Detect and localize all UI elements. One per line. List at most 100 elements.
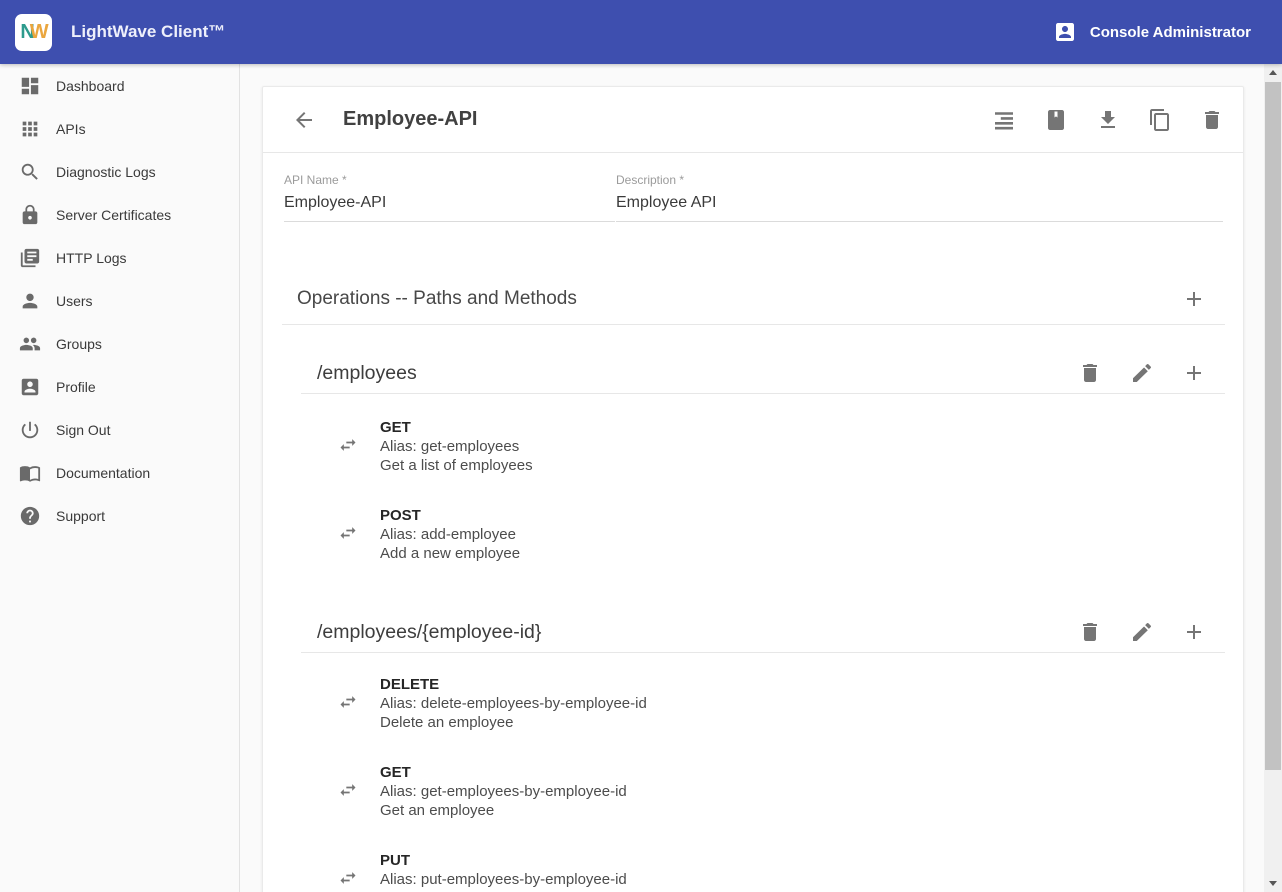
operation-row[interactable]: GET Alias: get-employees Get a list of e… [338,418,1243,475]
sidebar-item-documentation[interactable]: Documentation [0,451,239,494]
operation-text: GET Alias: get-employees Get a list of e… [380,418,533,475]
operation-description: Add a new employee [380,544,520,563]
app-header: NW LightWave Client™ Console Administrat… [0,0,1282,64]
sidebar-item-diagnostic-logs[interactable]: Diagnostic Logs [0,150,239,193]
api-fields: API Name * Description * [263,153,1243,222]
sidebar-item-server-certificates[interactable]: Server Certificates [0,193,239,236]
copy-button[interactable] [1148,108,1172,132]
back-button[interactable] [292,108,316,132]
edit-path-button[interactable] [1130,361,1154,385]
delete-path-button[interactable] [1078,620,1102,644]
triangle-up-icon [1269,70,1277,75]
operation-alias: Alias: put-employees-by-employee-id [380,870,627,889]
swap-arrows-icon [338,868,358,888]
sidebar-item-label: APIs [56,121,86,137]
operations-section-header: Operations -- Paths and Methods [297,286,1206,312]
swap-arrows-icon [338,435,358,455]
operation-alias: Alias: add-employee [380,525,520,544]
operation-row[interactable]: POST Alias: add-employee Add a new emplo… [338,506,1243,563]
scrollbar-down-button[interactable] [1264,875,1282,892]
edit-icon [1130,620,1154,644]
app-logo: NW [15,14,52,51]
main-content: Employee-API AP [240,64,1264,892]
operation-alias: Alias: delete-employees-by-employee-id [380,694,647,713]
operation-method: DELETE [380,675,647,694]
sidebar-item-users[interactable]: Users [0,279,239,322]
sidebar-item-profile[interactable]: Profile [0,365,239,408]
edit-path-button[interactable] [1130,620,1154,644]
delete-icon [1078,361,1102,385]
delete-api-button[interactable] [1200,108,1224,132]
help-icon [19,505,41,527]
sidebar-item-support[interactable]: Support [0,494,239,537]
operation-text: POST Alias: add-employee Add a new emplo… [380,506,520,563]
path-divider [301,652,1225,653]
scrollbar[interactable] [1264,64,1282,892]
delete-icon [1078,620,1102,644]
scrollbar-up-button[interactable] [1264,64,1282,81]
open-book-icon [19,462,41,484]
add-icon [1182,287,1206,311]
delete-path-button[interactable] [1078,361,1102,385]
download-icon [1096,108,1120,132]
sidebar-item-label: Dashboard [56,78,125,94]
sidebar-item-apis[interactable]: APIs [0,107,239,150]
operation-text: GET Alias: get-employees-by-employee-id … [380,763,627,820]
api-toolbar [992,108,1224,132]
lock-icon [19,204,41,226]
operation-text: PUT Alias: put-employees-by-employee-id … [380,851,627,892]
sidebar-item-groups[interactable]: Groups [0,322,239,365]
align-right-lines-icon [992,108,1016,132]
sidebar-item-label: Groups [56,336,102,352]
people-icon [19,333,41,355]
dashboard-icon [19,75,41,97]
operation-row[interactable]: PUT Alias: put-employees-by-employee-id … [338,851,1243,892]
book-icon [1044,108,1068,132]
api-name-input[interactable] [284,187,615,222]
add-icon [1182,620,1206,644]
apps-grid-icon [19,118,41,140]
sidebar-item-sign-out[interactable]: Sign Out [0,408,239,451]
view-spec-button[interactable] [992,108,1016,132]
operation-description: Get an employee [380,801,627,820]
path-group-header: /employees [317,353,1206,393]
operation-method: GET [380,763,627,782]
add-path-button[interactable] [1182,287,1206,311]
swap-arrows-icon [338,780,358,800]
add-icon [1182,361,1206,385]
power-icon [19,419,41,441]
operation-row[interactable]: GET Alias: get-employees-by-employee-id … [338,763,1243,820]
book-button[interactable] [1044,108,1068,132]
sidebar-item-label: HTTP Logs [56,250,127,266]
api-description-input[interactable] [616,187,1223,222]
operation-method: GET [380,418,533,437]
operation-row[interactable]: DELETE Alias: delete-employees-by-employ… [338,675,1243,732]
page-title: Employee-API [343,108,477,131]
operation-method: POST [380,506,520,525]
sidebar: Dashboard APIs Diagnostic Logs Server Ce… [0,64,240,892]
person-icon [19,290,41,312]
app-title: LightWave Client™ [71,22,225,42]
sidebar-item-label: Documentation [56,465,150,481]
api-name-field: API Name * [284,173,615,222]
path-group-header: /employees/{employee-id} [317,612,1206,652]
path-divider [301,393,1225,394]
account-box-icon [19,376,41,398]
user-menu[interactable]: Console Administrator [1053,20,1251,44]
operation-alias: Alias: get-employees-by-employee-id [380,782,627,801]
user-label: Console Administrator [1090,24,1251,41]
arrow-back-icon [292,108,316,132]
sidebar-item-label: Diagnostic Logs [56,164,156,180]
sidebar-item-dashboard[interactable]: Dashboard [0,64,239,107]
sidebar-item-label: Support [56,508,105,524]
scrollbar-thumb[interactable] [1265,82,1281,770]
api-detail-header: Employee-API [263,87,1243,153]
add-operation-button[interactable] [1182,620,1206,644]
operation-description: Delete an employee [380,713,647,732]
sidebar-item-http-logs[interactable]: HTTP Logs [0,236,239,279]
logo-letter-w: W [30,21,47,44]
download-button[interactable] [1096,108,1120,132]
path-actions [1078,620,1206,644]
add-operation-button[interactable] [1182,361,1206,385]
path-actions [1078,361,1206,385]
